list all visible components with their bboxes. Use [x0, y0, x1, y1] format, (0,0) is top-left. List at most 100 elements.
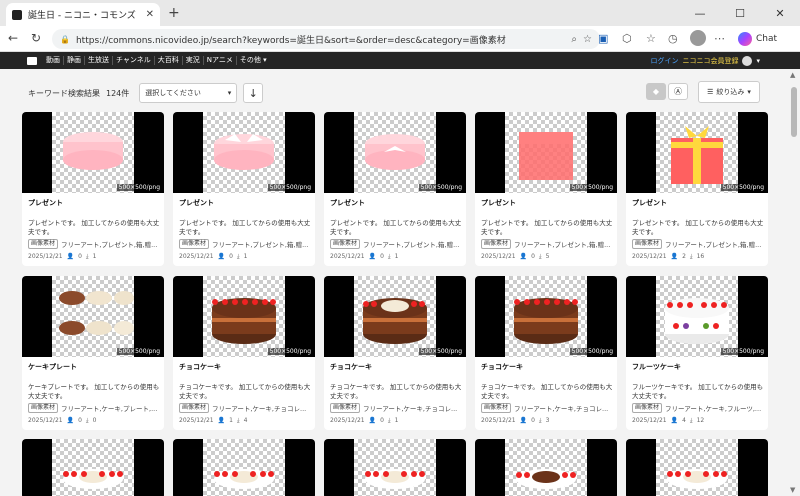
card-title[interactable]: チョコケーキ	[179, 362, 221, 372]
tag-list[interactable]: フリーアート,ケーキ,フルーツ,...	[665, 403, 761, 413]
card-thumbnail[interactable]: 500×500/png	[475, 112, 617, 193]
result-card[interactable]	[324, 439, 466, 496]
tag-list[interactable]: フリーアート,プレゼント,箱,贈...	[665, 239, 761, 249]
category-tag[interactable]: 画像素材	[179, 239, 210, 249]
profile-avatar[interactable]	[690, 30, 706, 46]
result-card[interactable]	[22, 439, 164, 496]
category-tag[interactable]: 画像素材	[330, 239, 361, 249]
card-image[interactable]	[203, 276, 285, 357]
result-card[interactable]: 500×500/png プレゼント プレゼントです。 加工してからの使用も大丈夫です…	[22, 112, 164, 266]
url-text[interactable]: https://commons.nicovideo.jp/search?keyw…	[76, 33, 565, 46]
address-bar[interactable]: 🔒 https://commons.nicovideo.jp/search?ke…	[52, 29, 600, 49]
extensions-puzzle-icon[interactable]: ⬡	[622, 32, 632, 45]
tag-list[interactable]: フリーアート,プレゼント,箱,贈...	[514, 239, 610, 249]
card-thumbnail[interactable]: 500×500/png	[324, 276, 466, 357]
card-image[interactable]	[203, 439, 285, 496]
category-tag[interactable]: 画像素材	[481, 239, 512, 249]
result-card[interactable]: 500×500/png プレゼント プレゼントです。 加工してからの使用も大丈夫です…	[173, 112, 315, 266]
card-thumbnail[interactable]	[626, 439, 768, 496]
result-card[interactable]: 500×500/png チョコケーキ チョコケーキです。 加工してからの使用も大丈夫…	[324, 276, 466, 430]
refresh-icon[interactable]: ↻	[31, 31, 41, 45]
card-thumbnail[interactable]: 500×500/png	[22, 276, 164, 357]
card-thumbnail[interactable]: 500×500/png	[173, 112, 315, 193]
card-title[interactable]: プレゼント	[330, 198, 365, 208]
login-link[interactable]: ログイン	[650, 56, 678, 66]
scroll-up-icon[interactable]: ▲	[790, 71, 795, 79]
browser-tab[interactable]: 誕生日 - ニコニ・コモンズ ✕	[6, 3, 160, 26]
niconico-logo-icon[interactable]	[27, 56, 37, 65]
history-icon[interactable]: ◷	[668, 32, 678, 45]
card-image[interactable]	[354, 439, 436, 496]
nav-item-live[interactable]: 生放送	[85, 56, 113, 65]
card-image[interactable]	[505, 276, 587, 357]
scrollbar[interactable]: ▲ ▼	[788, 69, 800, 496]
card-thumbnail[interactable]	[475, 439, 617, 496]
scrollbar-thumb[interactable]	[791, 87, 797, 137]
category-tag[interactable]: 画像素材	[179, 403, 210, 413]
card-title[interactable]: プレゼント	[632, 198, 667, 208]
tag-list[interactable]: フリーアート,ケーキ,プレート,...	[61, 403, 157, 413]
back-icon[interactable]: ←	[8, 31, 18, 45]
card-thumbnail[interactable]	[173, 439, 315, 496]
card-image[interactable]	[354, 276, 436, 357]
result-card[interactable]: 500×500/png プレゼント プレゼントです。 加工してからの使用も大丈夫です…	[324, 112, 466, 266]
nav-item-other[interactable]: その他 ▾	[237, 56, 270, 65]
tag-list[interactable]: フリーアート,ケーキ,チョコレ...	[363, 403, 457, 413]
tag-list[interactable]: フリーアート,プレゼント,箱,贈...	[61, 239, 157, 249]
menu-dots-icon[interactable]: ⋯	[714, 32, 725, 45]
close-tab-icon[interactable]: ✕	[146, 9, 154, 20]
card-title[interactable]: プレゼント	[28, 198, 63, 208]
card-image[interactable]	[52, 439, 134, 496]
card-title[interactable]: チョコケーキ	[481, 362, 523, 372]
result-card[interactable]	[475, 439, 617, 496]
tag-view-button[interactable]: ◆	[646, 83, 666, 100]
scroll-down-icon[interactable]: ▼	[790, 486, 795, 494]
maximize-icon[interactable]: ☐	[720, 0, 760, 26]
nav-item-dic[interactable]: 大百科	[155, 56, 183, 65]
filter-button[interactable]: ☰ 絞り込み ▾	[698, 81, 760, 103]
extension-icon[interactable]: ▣	[598, 32, 608, 45]
nav-item-jikkyo[interactable]: 実況	[183, 56, 204, 65]
tag-list[interactable]: フリーアート,プレゼント,箱,贈...	[212, 239, 308, 249]
card-image[interactable]	[52, 276, 134, 357]
nav-item-nanime[interactable]: Nアニメ	[204, 56, 237, 65]
card-thumbnail[interactable]: 500×500/png	[22, 112, 164, 193]
card-image[interactable]	[354, 112, 436, 193]
card-thumbnail[interactable]: 500×500/png	[324, 112, 466, 193]
tag-list[interactable]: フリーアート,ケーキ,チョコレ...	[212, 403, 306, 413]
favorite-star-icon[interactable]: ☆	[583, 34, 592, 45]
nav-item-video[interactable]: 動画	[43, 56, 64, 65]
minimize-icon[interactable]: —	[680, 0, 720, 26]
result-card[interactable]: 500×500/png チョコケーキ チョコケーキです。 加工してからの使用も大丈夫…	[173, 276, 315, 430]
card-title[interactable]: チョコケーキ	[330, 362, 372, 372]
card-thumbnail[interactable]	[324, 439, 466, 496]
result-card[interactable]: 500×500/png プレゼント プレゼントです。 加工してからの使用も大丈夫です…	[475, 112, 617, 266]
card-image[interactable]	[505, 112, 587, 193]
alt-view-button[interactable]: Ⓐ	[668, 83, 688, 100]
user-menu-chevron-icon[interactable]: ▾	[756, 57, 760, 65]
result-card[interactable]: 500×500/png フルーツケーキ フルーツケーキです。 加工してからの使用も大…	[626, 276, 768, 430]
result-card[interactable]: 500×500/png チョコケーキ チョコケーキです。 加工してからの使用も大丈夫…	[475, 276, 617, 430]
card-thumbnail[interactable]: 500×500/png	[626, 276, 768, 357]
register-link[interactable]: ニコニコ会員登録	[682, 56, 738, 66]
result-card[interactable]	[173, 439, 315, 496]
category-tag[interactable]: 画像素材	[330, 403, 361, 413]
card-image[interactable]	[52, 112, 134, 193]
site-info-icon[interactable]: 🔒	[60, 35, 70, 44]
sort-direction-button[interactable]: ↓	[243, 83, 264, 103]
card-image[interactable]	[505, 439, 587, 496]
card-thumbnail[interactable]: 500×500/png	[626, 112, 768, 193]
copilot-button[interactable]: Chat	[738, 30, 777, 48]
zoom-icon[interactable]: ⌕	[571, 34, 577, 45]
user-avatar[interactable]	[742, 55, 753, 66]
category-tag[interactable]: 画像素材	[28, 403, 59, 413]
close-window-icon[interactable]: ✕	[760, 0, 800, 26]
card-thumbnail[interactable]	[22, 439, 164, 496]
tag-list[interactable]: フリーアート,ケーキ,チョコレ...	[514, 403, 608, 413]
nav-item-channel[interactable]: チャンネル	[113, 56, 155, 65]
result-card[interactable]	[626, 439, 768, 496]
category-tag[interactable]: 画像素材	[632, 403, 663, 413]
sort-select[interactable]: 選択してください ▾	[139, 83, 238, 103]
card-thumbnail[interactable]: 500×500/png	[475, 276, 617, 357]
result-card[interactable]: 500×500/png ケーキプレート ケーキプレートです。 加工してからの使用も大…	[22, 276, 164, 430]
